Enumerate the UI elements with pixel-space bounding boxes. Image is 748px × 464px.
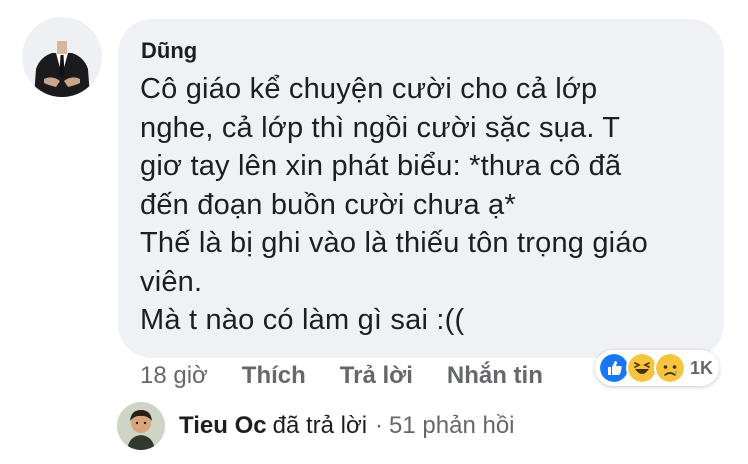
comment-bubble: Dũng Cô giáo kể chuyện cười cho cả lớp n…: [118, 19, 724, 358]
reply-status-text: đã trả lời: [272, 412, 368, 439]
comment-line: giơ tay lên xin phát biểu: *thưa cô đã: [140, 150, 622, 182]
author-avatar[interactable]: [22, 17, 102, 97]
comment-author[interactable]: Dũng: [141, 38, 197, 64]
comment-line: Mà t nào có làm gì sai :((: [140, 304, 465, 336]
comment-line: nghe, cả lớp thì ngồi cười sặc sụa. T: [140, 111, 621, 144]
reply-button[interactable]: Trả lời: [340, 362, 413, 390]
reaction-summary[interactable]: 1K: [595, 350, 720, 386]
comment-timestamp[interactable]: 18 giờ: [140, 362, 208, 390]
reply-separator: ·: [375, 412, 384, 439]
like-button[interactable]: Thích: [242, 362, 306, 390]
comment-line: Cô giáo kể chuyện cười cho cả lớp: [140, 73, 598, 105]
reaction-count: 1K: [690, 357, 714, 378]
comment-line: đến đoạn buồn cười chưa ạ*: [140, 188, 516, 221]
view-replies-link[interactable]: Tieu Oc đã trả lời · 51 phản hồi: [117, 402, 515, 450]
avatar-image: [22, 17, 102, 97]
reply-count: 51 phản hồi: [389, 412, 515, 439]
comment-line: Thế là bị ghi vào là thiếu tôn trọng giá…: [140, 227, 648, 259]
sad-icon: [654, 352, 686, 384]
comment-actions: 18 giờ Thích Trả lời Nhắn tin: [140, 362, 577, 390]
reply-author-avatar: [117, 402, 165, 450]
reply-author-name: Tieu Oc: [179, 412, 267, 439]
comment-line: viên.: [140, 265, 203, 298]
message-button[interactable]: Nhắn tin: [447, 362, 543, 390]
reply-avatar-image: [117, 402, 165, 450]
comment-text: Cô giáo kể chuyện cười cho cả lớp nghe, …: [140, 70, 710, 340]
